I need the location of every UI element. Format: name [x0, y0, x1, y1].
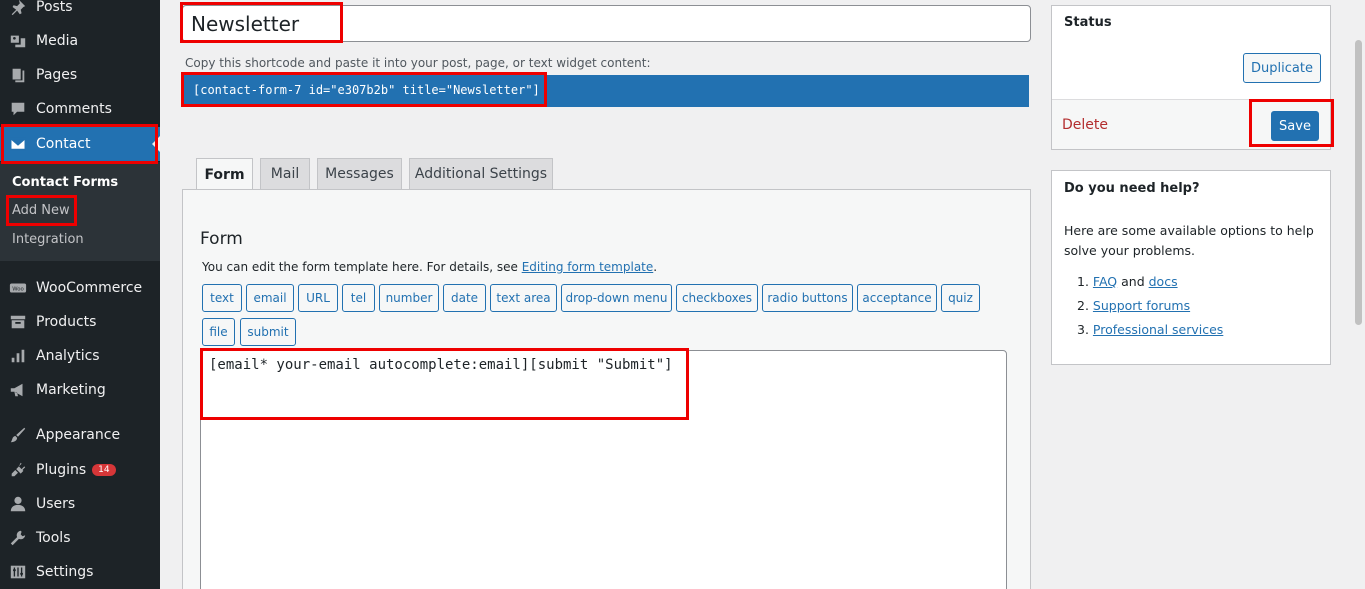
submenu-add-new[interactable]: Add New	[12, 203, 70, 218]
pages-icon	[0, 66, 36, 84]
help-title: Do you need help?	[1064, 181, 1200, 196]
tab-form[interactable]: Form	[196, 158, 253, 190]
panel-title: Form	[200, 229, 243, 249]
editing-form-template-link[interactable]: Editing form template	[522, 260, 654, 274]
sidebar-item-contact[interactable]: Contact	[0, 127, 160, 161]
help-item-number: 2.	[1077, 298, 1089, 313]
tag-button-tel[interactable]: tel	[342, 284, 375, 312]
help-box: Do you need help? Here are some availabl…	[1051, 170, 1331, 365]
page-scrollbar[interactable]	[1352, 0, 1365, 589]
tab-messages[interactable]: Messages	[317, 158, 402, 189]
form-template-text: [email* your-email autocomplete:email][s…	[209, 357, 673, 373]
plug-icon	[0, 461, 36, 479]
help-item-number: 1.	[1077, 274, 1089, 289]
tag-button-email[interactable]: email	[246, 284, 294, 312]
submenu-integration[interactable]: Integration	[12, 232, 84, 247]
sidebar-item-comments[interactable]: Comments	[0, 92, 160, 126]
scrollbar-thumb[interactable]	[1355, 40, 1362, 325]
docs-link[interactable]: docs	[1149, 274, 1178, 289]
tag-button-drop-down-menu[interactable]: drop-down menu	[561, 284, 672, 312]
save-button[interactable]: Save	[1271, 111, 1319, 141]
user-icon	[0, 495, 36, 513]
form-template-editor[interactable]: [email* your-email autocomplete:email][s…	[200, 350, 1007, 589]
tag-button-url[interactable]: URL	[298, 284, 338, 312]
comments-icon	[0, 100, 36, 118]
current-menu-arrow	[152, 136, 160, 152]
brush-icon	[0, 426, 36, 444]
panel-desc-period: .	[653, 260, 658, 274]
help-description: Here are some available options to help …	[1064, 223, 1314, 258]
panel-description: You can edit the form template here. For…	[202, 260, 657, 274]
help-and-text: and	[1117, 274, 1149, 289]
tab-mail[interactable]: Mail	[260, 158, 310, 189]
pin-icon	[0, 0, 36, 16]
contact-submenu: Contact Forms Add New Integration	[0, 162, 160, 261]
tag-button-quiz[interactable]: quiz	[941, 284, 980, 312]
tab-additional-settings[interactable]: Additional Settings	[409, 158, 553, 189]
megaphone-icon	[0, 381, 36, 399]
settings-icon	[0, 563, 36, 581]
status-actions: Delete Save	[1052, 99, 1330, 149]
tag-button-checkboxes[interactable]: checkboxes	[676, 284, 758, 312]
panel-desc-text: You can edit the form template here. For…	[202, 260, 522, 274]
form-panel: Form You can edit the form template here…	[182, 189, 1031, 589]
status-box: Status Duplicate Delete Save	[1051, 5, 1331, 150]
plugins-update-badge: 14	[92, 464, 116, 476]
shortcode-field[interactable]: [contact-form-7 id="e307b2b" title="News…	[183, 75, 1029, 107]
status-title: Status	[1064, 15, 1112, 30]
admin-sidebar: Posts Media Pages Comments Contact Conta…	[0, 0, 160, 589]
shortcode-text[interactable]: [contact-form-7 id="e307b2b" title="News…	[193, 83, 540, 97]
tag-button-submit[interactable]: submit	[240, 318, 296, 346]
help-item-support: 2. Support forums	[1077, 298, 1190, 313]
sidebar-item-woocommerce[interactable]: Woo WooCommerce	[0, 271, 160, 305]
envelope-icon	[0, 135, 36, 153]
tag-button-file[interactable]: file	[202, 318, 235, 346]
tag-button-acceptance[interactable]: acceptance	[857, 284, 937, 312]
tag-button-number[interactable]: number	[379, 284, 439, 312]
sidebar-item-pages[interactable]: Pages	[0, 58, 160, 92]
shortcode-hint: Copy this shortcode and paste it into yo…	[185, 56, 651, 70]
sidebar-item-tools[interactable]: Tools	[0, 521, 160, 555]
duplicate-button[interactable]: Duplicate	[1243, 53, 1321, 83]
form-title-field	[182, 5, 1031, 42]
professional-services-link[interactable]: Professional services	[1093, 322, 1223, 337]
sidebar-item-media[interactable]: Media	[0, 24, 160, 58]
sidebar-item-posts[interactable]: Posts	[0, 0, 160, 24]
faq-link[interactable]: FAQ	[1093, 274, 1117, 289]
submenu-contact-forms[interactable]: Contact Forms	[12, 175, 118, 190]
woo-icon: Woo	[0, 279, 36, 297]
bar-chart-icon	[0, 347, 36, 365]
sidebar-item-appearance[interactable]: Appearance	[0, 418, 160, 452]
media-icon	[0, 32, 36, 50]
help-item-professional: 3. Professional services	[1077, 322, 1223, 337]
wrench-icon	[0, 529, 36, 547]
support-forums-link[interactable]: Support forums	[1093, 298, 1190, 313]
sidebar-item-products[interactable]: Products	[0, 305, 160, 339]
sidebar-item-plugins[interactable]: Plugins 14	[0, 453, 160, 487]
tag-button-radio-buttons[interactable]: radio buttons	[762, 284, 853, 312]
tag-button-date[interactable]: date	[443, 284, 486, 312]
tag-button-text-area[interactable]: text area	[490, 284, 557, 312]
sidebar-item-analytics[interactable]: Analytics	[0, 339, 160, 373]
delete-link[interactable]: Delete	[1062, 117, 1108, 133]
svg-text:Woo: Woo	[12, 286, 24, 292]
form-title-input[interactable]	[191, 8, 1021, 39]
archive-icon	[0, 313, 36, 331]
sidebar-item-settings[interactable]: Settings	[0, 555, 160, 589]
tag-button-text[interactable]: text	[202, 284, 242, 312]
sidebar-item-users[interactable]: Users	[0, 487, 160, 521]
plugins-label: Plugins	[36, 462, 87, 478]
sidebar-item-marketing[interactable]: Marketing	[0, 373, 160, 407]
help-item-faq: 1. FAQ and docs	[1077, 274, 1178, 289]
help-item-number: 3.	[1077, 322, 1089, 337]
